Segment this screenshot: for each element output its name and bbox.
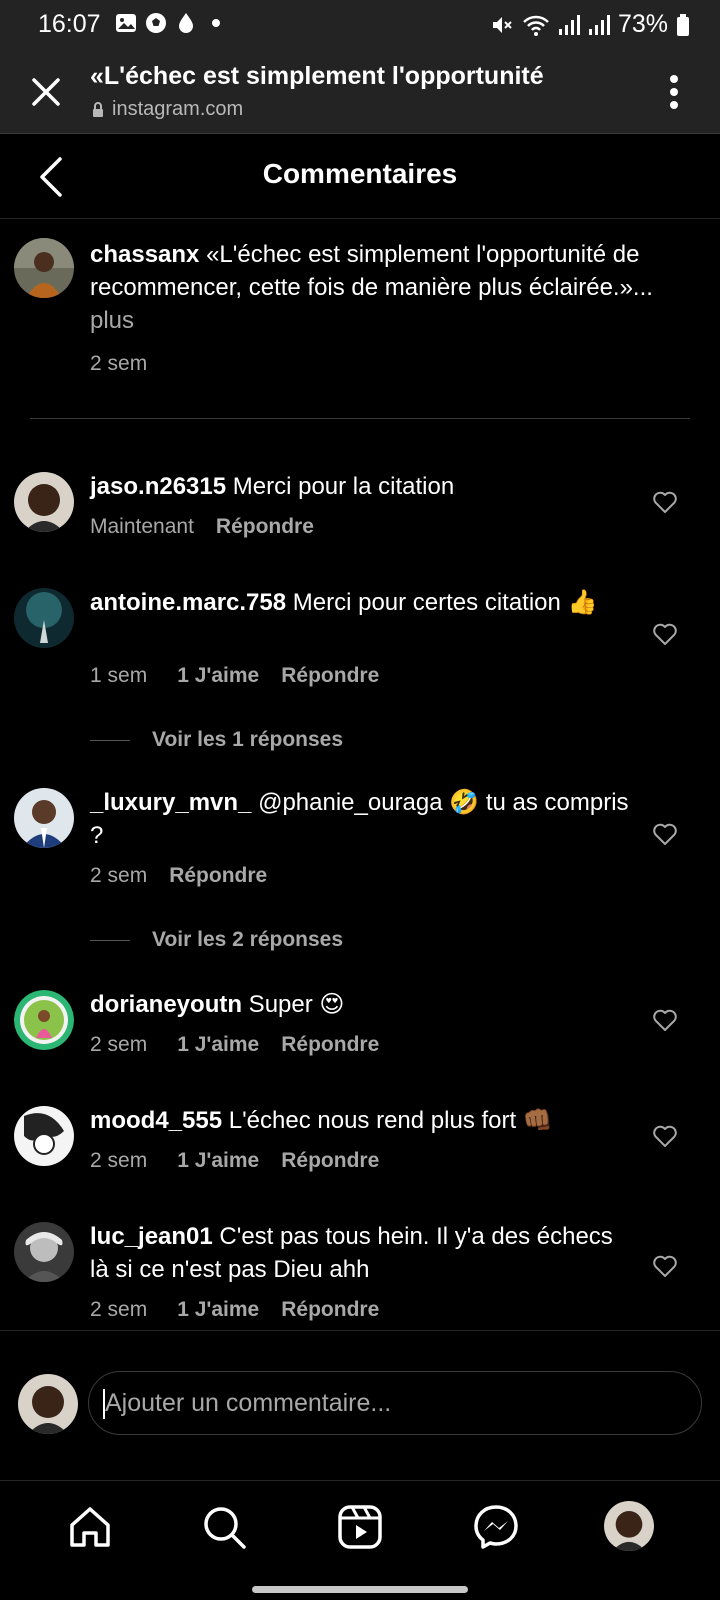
comment-body: Merci pour certes citation 👍 bbox=[286, 589, 598, 616]
comment-body: Merci pour la citation bbox=[226, 473, 455, 500]
comment-meta: 2 sem 1 J'aime Répondre bbox=[90, 1298, 379, 1322]
comment-meta: 2 sem 1 J'aime Répondre bbox=[90, 1149, 379, 1173]
comment-time: 2 sem bbox=[90, 1033, 148, 1056]
caption-time: 2 sem bbox=[90, 352, 148, 375]
avatar[interactable] bbox=[14, 1106, 74, 1166]
comment-text: dorianeyoutn Super 😍 bbox=[90, 988, 635, 1021]
browser-page-title: «L'échec est simplement l'opportunité bbox=[90, 62, 544, 90]
bottom-nav bbox=[0, 1480, 720, 1600]
more-link[interactable]: plus bbox=[90, 307, 134, 334]
lock-icon bbox=[92, 101, 104, 118]
comment-time: 2 sem bbox=[90, 1149, 148, 1172]
avatar[interactable] bbox=[14, 990, 74, 1050]
gesture-bar bbox=[252, 1586, 468, 1593]
status-right: 73% bbox=[490, 10, 690, 39]
comment-text: jaso.n26315 Merci pour la citation bbox=[90, 470, 635, 503]
likes-count[interactable]: 1 J'aime bbox=[177, 1298, 259, 1322]
heart-icon[interactable] bbox=[652, 822, 678, 846]
comment-meta: 2 sem Répondre bbox=[90, 864, 267, 888]
reply-button[interactable]: Répondre bbox=[216, 515, 314, 539]
heart-icon[interactable] bbox=[652, 1124, 678, 1148]
heart-icon[interactable] bbox=[652, 622, 678, 646]
avatar bbox=[18, 1374, 78, 1434]
soccer-ball-icon bbox=[145, 12, 167, 34]
reply-button[interactable]: Répondre bbox=[281, 664, 379, 688]
comment-text: antoine.marc.758 Merci pour certes citat… bbox=[90, 586, 635, 619]
caption-username[interactable]: chassanx bbox=[90, 241, 199, 268]
avatar[interactable] bbox=[14, 588, 74, 648]
mute-icon bbox=[490, 13, 514, 37]
browser-url[interactable]: instagram.com bbox=[92, 98, 243, 121]
browser-toolbar: «L'échec est simplement l'opportunité in… bbox=[0, 52, 720, 134]
view-replies-label: Voir les 1 réponses bbox=[152, 728, 344, 751]
reply-button[interactable]: Répondre bbox=[169, 864, 267, 888]
avatar[interactable] bbox=[14, 238, 74, 298]
reels-icon[interactable] bbox=[336, 1503, 384, 1551]
comment-text: _luxury_mvn_ @phanie_ouraga 🤣 tu as comp… bbox=[90, 786, 635, 852]
comments-header: Commentaires bbox=[0, 134, 720, 219]
comment-meta: 1 sem 1 J'aime Répondre bbox=[90, 664, 379, 688]
battery-level: 73% bbox=[617, 10, 668, 38]
heart-icon[interactable] bbox=[652, 490, 678, 514]
divider bbox=[30, 418, 690, 419]
comment-time: Maintenant bbox=[90, 515, 194, 538]
wifi-icon bbox=[522, 13, 550, 37]
comment-username[interactable]: dorianeyoutn bbox=[90, 991, 242, 1018]
comment-username[interactable]: antoine.marc.758 bbox=[90, 589, 286, 616]
signal-icon-2 bbox=[588, 13, 610, 37]
gallery-icon bbox=[115, 12, 137, 34]
replies-line bbox=[90, 739, 130, 741]
heart-icon[interactable] bbox=[652, 1254, 678, 1278]
status-bar: 16:07 73% bbox=[0, 0, 720, 52]
battery-icon bbox=[676, 13, 690, 37]
comment-username[interactable]: jaso.n26315 bbox=[90, 473, 226, 500]
close-icon[interactable] bbox=[26, 72, 66, 112]
messenger-icon[interactable] bbox=[472, 1503, 520, 1551]
comment-text: luc_jean01 C'est pas tous hein. Il y'a d… bbox=[90, 1220, 635, 1286]
likes-count[interactable]: 1 J'aime bbox=[177, 1149, 259, 1173]
avatar[interactable] bbox=[14, 788, 74, 848]
view-replies-label: Voir les 2 réponses bbox=[152, 928, 344, 951]
more-options-icon[interactable] bbox=[668, 72, 680, 112]
comment-username[interactable]: luc_jean01 bbox=[90, 1223, 213, 1250]
comment-input[interactable] bbox=[88, 1371, 702, 1435]
url-text: instagram.com bbox=[112, 98, 244, 120]
comment-username[interactable]: _luxury_mvn_ bbox=[90, 789, 251, 816]
dot-icon bbox=[205, 12, 227, 34]
reply-button[interactable]: Répondre bbox=[281, 1033, 379, 1057]
comment-meta: 2 sem 1 J'aime Répondre bbox=[90, 1033, 379, 1057]
status-time: 16:07 bbox=[38, 10, 101, 38]
comment-time: 2 sem bbox=[90, 1298, 148, 1321]
avatar[interactable] bbox=[14, 1222, 74, 1282]
comment-time: 1 sem bbox=[90, 664, 148, 687]
likes-count[interactable]: 1 J'aime bbox=[177, 1033, 259, 1057]
reply-button[interactable]: Répondre bbox=[281, 1149, 379, 1173]
reply-button[interactable]: Répondre bbox=[281, 1298, 379, 1322]
likes-count[interactable]: 1 J'aime bbox=[177, 664, 259, 688]
comment-composer bbox=[0, 1330, 720, 1480]
comment-meta: Maintenant Répondre bbox=[90, 515, 314, 539]
view-replies-link[interactable]: Voir les 1 réponses bbox=[90, 728, 343, 752]
home-icon[interactable] bbox=[66, 1503, 114, 1551]
comment-body: L'échec nous rend plus fort 👊🏾 bbox=[222, 1107, 553, 1134]
comment-time: 2 sem bbox=[90, 864, 148, 887]
signal-icon bbox=[558, 13, 580, 37]
view-replies-link[interactable]: Voir les 2 réponses bbox=[90, 928, 343, 952]
profile-avatar[interactable] bbox=[604, 1501, 654, 1551]
heart-icon[interactable] bbox=[652, 1008, 678, 1032]
comment-body: Super 😍 bbox=[242, 991, 345, 1018]
drop-icon bbox=[175, 12, 197, 34]
avatar[interactable] bbox=[14, 472, 74, 532]
notification-icons bbox=[115, 12, 227, 34]
text-cursor bbox=[103, 1389, 105, 1419]
comment-text: mood4_555 L'échec nous rend plus fort 👊🏾 bbox=[90, 1104, 635, 1137]
replies-line bbox=[90, 939, 130, 941]
page-title: Commentaires bbox=[262, 158, 458, 189]
comment-username[interactable]: mood4_555 bbox=[90, 1107, 222, 1134]
search-icon[interactable] bbox=[200, 1503, 248, 1551]
caption-text: chassanx «L'échec est simplement l'oppor… bbox=[90, 238, 710, 380]
